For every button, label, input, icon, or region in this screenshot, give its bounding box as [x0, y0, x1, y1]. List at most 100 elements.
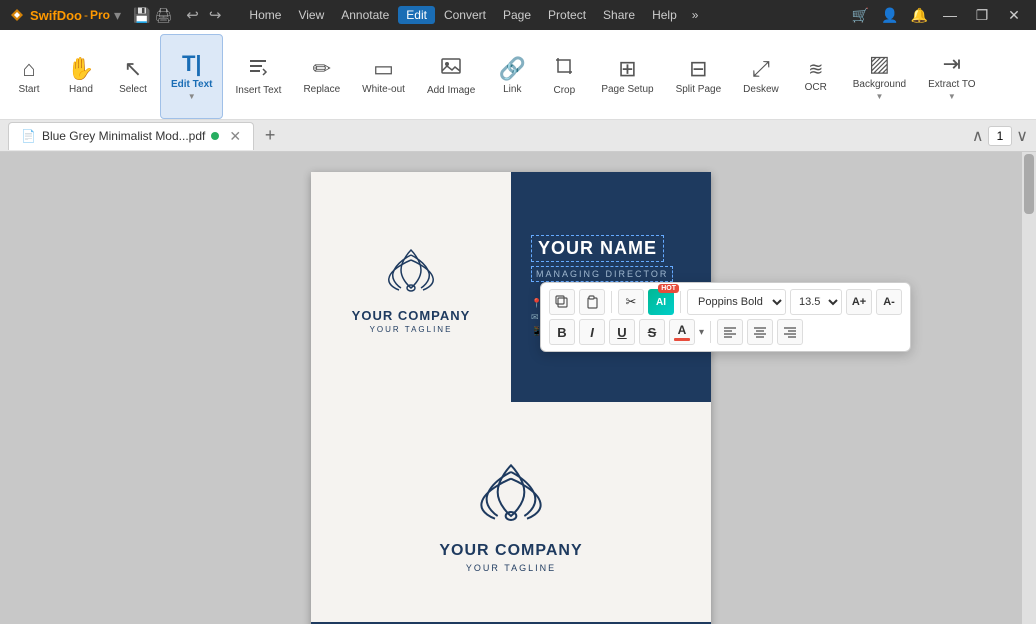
notification-icon[interactable]: 🔔: [907, 5, 932, 26]
toolbar-separator-1: [611, 291, 612, 313]
align-center-button[interactable]: [747, 319, 773, 345]
ribbon-select[interactable]: ↖ Select: [108, 34, 158, 119]
tab-icon: 📄: [21, 129, 36, 143]
nav-edit[interactable]: Edit: [398, 6, 435, 24]
ribbon-split-page[interactable]: ⊟ Split Page: [666, 34, 732, 119]
add-image-icon: [440, 55, 462, 83]
decrease-font-button[interactable]: A-: [876, 289, 902, 315]
main-area: YOUR COMPANY YOUR TAGLINE YOUR NAME MANA…: [0, 152, 1036, 624]
ribbon-edit-text[interactable]: T| Edit Text ▼: [160, 34, 223, 119]
page-up-button[interactable]: ∧: [972, 126, 984, 146]
start-icon: ⌂: [22, 56, 35, 82]
nav-view[interactable]: View: [290, 6, 332, 24]
user-icon[interactable]: 👤: [877, 5, 902, 26]
toolbar-separator-2: [680, 291, 681, 313]
ribbon-ocr[interactable]: ≋ OCR: [791, 34, 841, 119]
font-size-select[interactable]: 13.57: [790, 289, 842, 315]
company-logo-back: [471, 452, 551, 532]
nav-home[interactable]: Home: [241, 6, 289, 24]
extract-to-arrow: ▼: [948, 92, 956, 101]
ribbon-replace[interactable]: ✏ Replace: [293, 34, 350, 119]
split-page-icon: ⊟: [689, 56, 707, 82]
document-tab[interactable]: 📄 Blue Grey Minimalist Mod...pdf ✕: [8, 122, 254, 150]
select-icon: ↖: [124, 56, 142, 82]
email-icon: ✉: [531, 312, 539, 323]
ribbon-start[interactable]: ⌂ Start: [4, 34, 54, 119]
ribbon-extract-to[interactable]: ⇥ Extract TO ▼: [918, 34, 985, 119]
ftb-row-1: ✂ AI HOT Poppins Bold 13.57 A+ A-: [549, 289, 902, 315]
ribbon-background[interactable]: ▨ Background ▼: [843, 34, 916, 119]
page-setup-label: Page Setup: [601, 84, 653, 95]
deskew-icon: ⤢: [752, 56, 770, 82]
hand-icon: ✋: [67, 56, 94, 82]
print-icon[interactable]: 🖨: [154, 7, 172, 24]
add-image-label: Add Image: [427, 85, 475, 96]
minimize-button[interactable]: —: [936, 5, 964, 25]
your-name-field[interactable]: YOUR NAME: [531, 235, 664, 262]
nav-annotate[interactable]: Annotate: [333, 6, 397, 24]
background-arrow: ▼: [875, 92, 883, 101]
copy-button[interactable]: [549, 289, 575, 315]
deskew-label: Deskew: [743, 84, 779, 95]
page-navigator: ∧ 1 ∨: [972, 126, 1028, 146]
tab-name: Blue Grey Minimalist Mod...pdf: [42, 129, 205, 143]
crop-icon: [553, 55, 575, 83]
toolbar-separator-3: [710, 321, 711, 343]
company-name-front: YOUR COMPANY: [352, 308, 471, 323]
save-icon[interactable]: 💾: [133, 7, 150, 24]
pdf-canvas[interactable]: YOUR COMPANY YOUR TAGLINE YOUR NAME MANA…: [0, 152, 1022, 624]
ai-button[interactable]: AI HOT: [648, 289, 674, 315]
ribbon: ⌂ Start ✋ Hand ↖ Select T| Edit Text ▼ I…: [0, 30, 1036, 120]
ribbon-add-image[interactable]: Add Image: [417, 34, 485, 119]
company-tagline-front: YOUR TAGLINE: [370, 325, 453, 334]
extract-to-icon: ⇥: [943, 51, 961, 77]
page-number[interactable]: 1: [988, 126, 1013, 146]
ribbon-page-setup[interactable]: ⊞ Page Setup: [591, 34, 663, 119]
ribbon-crop[interactable]: Crop: [539, 34, 589, 119]
vertical-scrollbar[interactable]: [1022, 152, 1036, 624]
title-icons: 💾 🖨: [133, 7, 172, 24]
card-left-panel: YOUR COMPANY YOUR TAGLINE: [311, 172, 511, 402]
undo-button[interactable]: ↩: [182, 4, 203, 26]
nav-more[interactable]: »: [686, 6, 705, 24]
maximize-button[interactable]: ❐: [968, 5, 996, 25]
nav-protect[interactable]: Protect: [540, 6, 594, 24]
close-button[interactable]: ✕: [1000, 5, 1028, 25]
white-out-icon: ▭: [373, 56, 394, 82]
cart-icon[interactable]: 🛒: [848, 5, 873, 26]
align-left-button[interactable]: [717, 319, 743, 345]
add-tab-button[interactable]: +: [258, 124, 282, 148]
white-out-label: White-out: [362, 84, 405, 95]
color-indicator: [674, 338, 690, 341]
tab-close-icon[interactable]: ✕: [229, 128, 241, 145]
ribbon-white-out[interactable]: ▭ White-out: [352, 34, 415, 119]
managing-director-field[interactable]: MANAGING DIRECTOR: [531, 266, 673, 282]
scroll-thumb[interactable]: [1024, 154, 1034, 214]
strikethrough-button[interactable]: S: [639, 319, 665, 345]
edit-text-arrow: ▼: [188, 92, 196, 101]
text-color-button[interactable]: A: [669, 319, 695, 345]
redo-button[interactable]: ↪: [205, 4, 226, 26]
paste-button[interactable]: [579, 289, 605, 315]
nav-help[interactable]: Help: [644, 6, 685, 24]
bold-button[interactable]: B: [549, 319, 575, 345]
ribbon-link[interactable]: 🔗 Link: [487, 34, 537, 119]
nav-convert[interactable]: Convert: [436, 6, 494, 24]
page-down-button[interactable]: ∨: [1016, 126, 1028, 146]
tab-bar: 📄 Blue Grey Minimalist Mod...pdf ✕ + ∧ 1…: [0, 120, 1036, 152]
ribbon-hand[interactable]: ✋ Hand: [56, 34, 106, 119]
crop-label: Crop: [553, 85, 575, 96]
nav-share[interactable]: Share: [595, 6, 643, 24]
font-family-select[interactable]: Poppins Bold: [687, 289, 786, 315]
ribbon-deskew[interactable]: ⤢ Deskew: [733, 34, 789, 119]
ribbon-insert-text[interactable]: Insert Text: [225, 34, 291, 119]
increase-font-button[interactable]: A+: [846, 289, 872, 315]
ftb-row-2: B I U S A ▾: [549, 319, 902, 345]
underline-button[interactable]: U: [609, 319, 635, 345]
nav-page[interactable]: Page: [495, 6, 539, 24]
align-right-button[interactable]: [777, 319, 803, 345]
color-dropdown-arrow[interactable]: ▾: [699, 327, 704, 338]
cut-button[interactable]: ✂: [618, 289, 644, 315]
extract-to-label: Extract TO: [928, 79, 975, 90]
italic-button[interactable]: I: [579, 319, 605, 345]
